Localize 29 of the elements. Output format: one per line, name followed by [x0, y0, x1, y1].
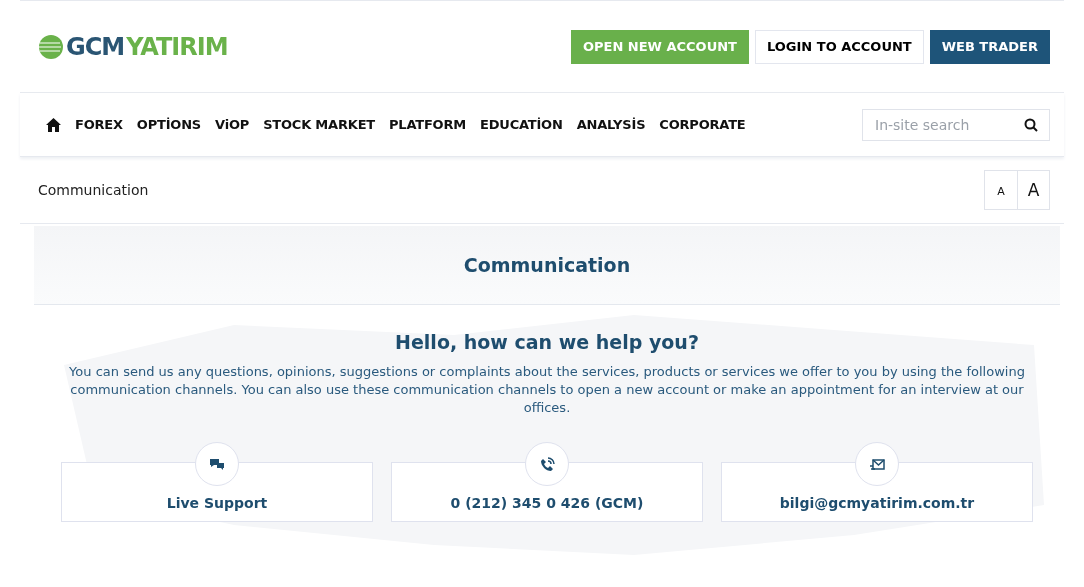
home-icon[interactable]: [46, 117, 61, 132]
contact-label: bilgi@gcmyatirim.com.tr: [779, 495, 975, 511]
contact-card[interactable]: bilgi@gcmyatirim.com.tr: [721, 462, 1033, 522]
search-icon[interactable]: [1024, 117, 1038, 132]
nav-link[interactable]: ViOP: [215, 117, 250, 132]
phone-icon: [539, 456, 555, 472]
nav-link[interactable]: EDUCATİON: [480, 117, 563, 132]
web-trader-button[interactable]: WEB TRADER: [929, 29, 1050, 64]
nav-link[interactable]: FOREX: [75, 117, 123, 132]
chat-icon: [209, 456, 225, 472]
logo-text: GCM: [66, 32, 125, 61]
breadcrumb: Communication: [38, 182, 149, 198]
nav-link[interactable]: STOCK MARKET: [263, 117, 375, 132]
nav-link[interactable]: OPTİONS: [136, 117, 202, 132]
mail-icon: [869, 456, 885, 472]
contact-card[interactable]: Live Support: [61, 462, 373, 522]
contact-label: 0 (212) 345 0 426 (GCM): [450, 495, 644, 511]
contact-card[interactable]: 0 (212) 345 0 426 (GCM): [391, 462, 703, 522]
contact-label: Live Support: [166, 495, 268, 511]
page-title: Communication: [463, 254, 631, 276]
nav-link[interactable]: ANALYSİS: [576, 117, 646, 132]
logo-text: YATIRIM: [126, 32, 228, 61]
nav-link[interactable]: PLATFORM: [389, 117, 466, 132]
heading: Hello, how can we help you?: [394, 331, 700, 353]
login-button[interactable]: LOGIN TO ACCOUNT: [755, 29, 924, 64]
nav-link[interactable]: CORPORATE: [659, 117, 746, 132]
intro-text: You can send us any questions, opinions, suggestions or complaints about the services, products or services we offer to you by using the following communication channels. You can also use these communication channels to open a new account or make an appointment for an interview at our offices.: [68, 363, 1026, 417]
globe-icon: [38, 33, 64, 60]
search-field[interactable]: In-site search: [862, 108, 1050, 141]
